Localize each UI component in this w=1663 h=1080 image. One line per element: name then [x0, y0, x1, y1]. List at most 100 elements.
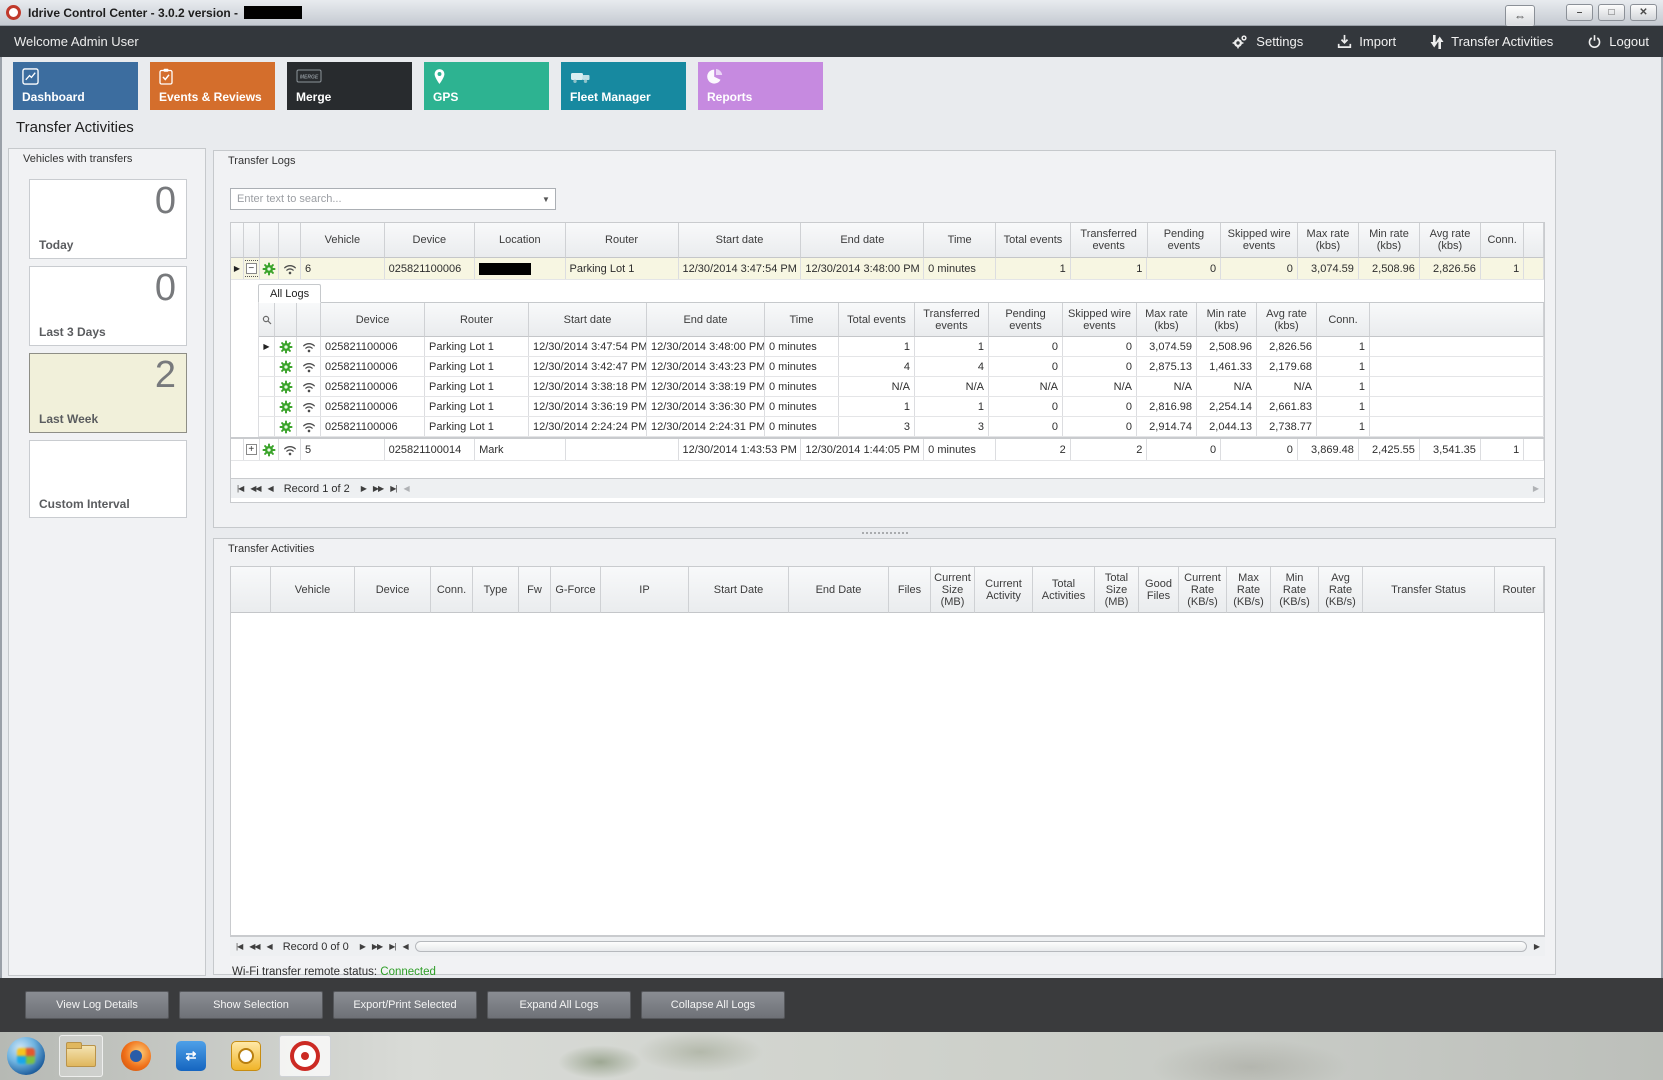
column-header[interactable]: Avg rate (kbs): [1257, 303, 1317, 337]
settings-button[interactable]: Settings: [1231, 34, 1303, 50]
titlebar[interactable]: Idrive Control Center - 3.0.2 version - …: [0, 0, 1663, 26]
nav-prev-button[interactable]: ◀: [267, 942, 272, 951]
gear-icon[interactable]: [275, 397, 297, 416]
column-header[interactable]: End date: [801, 223, 924, 258]
column-header[interactable]: Vehicle: [301, 223, 385, 258]
column-header[interactable]: Location: [475, 223, 565, 258]
column-header[interactable]: G-Force: [551, 567, 601, 613]
column-header[interactable]: Conn.: [431, 567, 473, 613]
tab-fleet-manager[interactable]: Fleet Manager: [561, 62, 686, 110]
column-header[interactable]: Router: [425, 303, 529, 337]
table-row[interactable]: +5025821100014Mark12/30/2014 1:43:53 PM1…: [231, 439, 1544, 461]
all-logs-tab[interactable]: All Logs: [258, 284, 321, 303]
firefox-button[interactable]: [114, 1035, 158, 1077]
column-header[interactable]: Skipped wire events: [1063, 303, 1137, 337]
export-print-selected-button[interactable]: Export/Print Selected: [333, 991, 477, 1019]
gear-icon[interactable]: [260, 439, 280, 460]
column-header[interactable]: Max Rate (KB/s): [1227, 567, 1271, 613]
column-header[interactable]: Transferred events: [915, 303, 989, 337]
column-header[interactable]: Avg rate (kbs): [1420, 223, 1481, 258]
column-header[interactable]: End date: [647, 303, 765, 337]
horizontal-scrollbar-thumb[interactable]: [415, 941, 1527, 952]
column-header[interactable]: Min rate (kbs): [1197, 303, 1257, 337]
column-header[interactable]: Type: [473, 567, 519, 613]
column-header[interactable]: End Date: [789, 567, 889, 613]
import-button[interactable]: Import: [1337, 34, 1396, 49]
sub-log-row[interactable]: 025821100006Parking Lot 112/30/2014 3:38…: [259, 377, 1544, 397]
scroll-left-button[interactable]: ◀: [402, 942, 407, 951]
panel-splitter[interactable]: [213, 529, 1556, 537]
column-header[interactable]: Max rate (kbs): [1298, 223, 1359, 258]
scroll-right-button[interactable]: ▶: [1534, 942, 1539, 951]
column-header[interactable]: Start date: [529, 303, 647, 337]
view-log-details-button[interactable]: View Log Details: [25, 991, 169, 1019]
column-header[interactable]: Conn.: [1481, 223, 1524, 258]
collapse-row-button[interactable]: −: [246, 263, 257, 274]
column-header[interactable]: IP: [601, 567, 689, 613]
column-header[interactable]: Current Activity: [975, 567, 1033, 613]
transfer-activities-button[interactable]: Transfer Activities: [1430, 34, 1553, 50]
card-custom-interval[interactable]: Custom Interval: [29, 440, 187, 518]
column-header[interactable]: Fw: [519, 567, 551, 613]
nav-first-button[interactable]: |◀: [236, 942, 242, 951]
gear-icon[interactable]: [275, 357, 297, 376]
column-header[interactable]: Device: [321, 303, 425, 337]
tab-merge[interactable]: MERGE Merge: [287, 62, 412, 110]
column-header[interactable]: Files: [889, 567, 931, 613]
column-header[interactable]: Transfer Status: [1363, 567, 1495, 613]
sub-log-row[interactable]: 025821100006Parking Lot 112/30/2014 3:36…: [259, 397, 1544, 417]
column-header[interactable]: Current Rate (KB/s): [1179, 567, 1227, 613]
expand-row-button[interactable]: +: [246, 444, 257, 455]
column-header[interactable]: Vehicle: [271, 567, 355, 613]
column-header[interactable]: Skipped wire events: [1221, 223, 1298, 258]
idrive-app-button[interactable]: [279, 1035, 331, 1077]
nav-next-button[interactable]: ▶: [360, 942, 365, 951]
column-header[interactable]: Time: [924, 223, 996, 258]
nav-prev-button[interactable]: ◀: [268, 484, 273, 493]
nav-last-button[interactable]: ▶|: [390, 484, 396, 493]
search-combo[interactable]: ▼: [230, 188, 556, 210]
column-header[interactable]: Device: [355, 567, 431, 613]
nav-first-button[interactable]: |◀: [237, 484, 243, 493]
nav-prev-page-button[interactable]: ◀◀: [249, 942, 259, 951]
maximize-button[interactable]: □: [1598, 4, 1625, 21]
file-explorer-button[interactable]: [59, 1035, 103, 1077]
card-last-3-days[interactable]: 0 Last 3 Days: [29, 266, 187, 346]
column-header[interactable]: Router: [1495, 567, 1544, 613]
close-button[interactable]: ✕: [1630, 4, 1657, 21]
column-header[interactable]: Total events: [839, 303, 915, 337]
column-header[interactable]: Pending events: [989, 303, 1063, 337]
teamviewer-button[interactable]: ⇄: [169, 1035, 213, 1077]
collapse-all-logs-button[interactable]: Collapse All Logs: [641, 991, 785, 1019]
scroll-right-button[interactable]: ▶: [1533, 484, 1538, 493]
nav-last-button[interactable]: ▶|: [389, 942, 395, 951]
minimize-button[interactable]: –: [1566, 4, 1593, 21]
tab-reports[interactable]: Reports: [698, 62, 823, 110]
expand-all-logs-button[interactable]: Expand All Logs: [487, 991, 631, 1019]
nav-next-button[interactable]: ▶: [361, 484, 366, 493]
column-header[interactable]: Total Size (MB): [1095, 567, 1139, 613]
gear-icon[interactable]: [275, 417, 297, 436]
gear-icon[interactable]: [260, 258, 280, 279]
tab-gps[interactable]: GPS: [424, 62, 549, 110]
column-header[interactable]: Good Files: [1139, 567, 1179, 613]
scroll-left-button[interactable]: ◀: [403, 484, 408, 493]
windows-start-button[interactable]: [4, 1035, 48, 1077]
nav-next-page-button[interactable]: ▶▶: [372, 942, 382, 951]
column-header[interactable]: Pending events: [1148, 223, 1222, 258]
column-header[interactable]: Transferred events: [1071, 223, 1148, 258]
sub-log-row[interactable]: 025821100006Parking Lot 112/30/2014 3:42…: [259, 357, 1544, 377]
column-header[interactable]: Min Rate (KB/s): [1271, 567, 1319, 613]
outlook-button[interactable]: [224, 1035, 268, 1077]
column-header[interactable]: Avg Rate (KB/s): [1319, 567, 1363, 613]
column-header[interactable]: Conn.: [1317, 303, 1370, 337]
tab-events-reviews[interactable]: Events & Reviews: [150, 62, 275, 110]
logout-button[interactable]: Logout: [1587, 34, 1649, 49]
table-row[interactable]: ▶−6025821100006Parking Lot 112/30/2014 3…: [231, 258, 1544, 280]
column-header[interactable]: Current Size (MB): [931, 567, 975, 613]
search-input[interactable]: [231, 193, 537, 205]
gear-icon[interactable]: [275, 377, 297, 396]
column-header[interactable]: Start Date: [689, 567, 789, 613]
card-today[interactable]: 0 Today: [29, 179, 187, 259]
column-header[interactable]: Start date: [679, 223, 802, 258]
